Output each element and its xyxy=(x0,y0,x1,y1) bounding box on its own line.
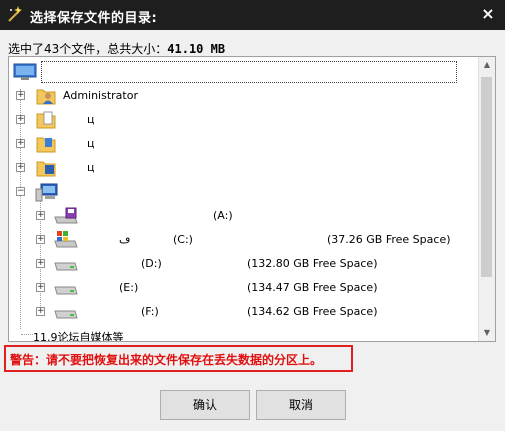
drive-name: (E:) xyxy=(119,281,139,294)
tree-item-label: 11.9论坛自媒体等 xyxy=(33,331,124,342)
expand-toggle[interactable]: + xyxy=(16,139,25,148)
wizard-app-icon xyxy=(8,6,22,22)
drive-a[interactable]: + (A:) xyxy=(9,205,469,227)
tree-item-games[interactable]: + ц xyxy=(9,157,469,179)
computer-icon xyxy=(35,183,58,202)
selection-summary: 选中了43个文件，总共大小：41.10 MB xyxy=(8,40,225,57)
warning-text: 警告：请不要把恢复出来的文件保存在丢失数据的分区上。 xyxy=(10,353,323,367)
expand-toggle[interactable]: + xyxy=(36,259,45,268)
drive-d[interactable]: + (D:) (132.80 GB Free Space) xyxy=(9,253,469,275)
selection-summary-text: 选中了43个文件，总共大小： xyxy=(8,42,168,56)
tree-item-music[interactable]: + ц xyxy=(9,133,469,155)
drive-name: (C:) xyxy=(173,233,193,246)
drive-name: (D:) xyxy=(141,257,162,270)
tree-item-administrator[interactable]: + Administrator xyxy=(9,85,469,107)
tree-item-label: Administrator xyxy=(63,89,138,102)
collapse-toggle[interactable]: − xyxy=(16,187,25,196)
expand-toggle[interactable]: + xyxy=(16,115,25,124)
selection-size: 41.10 MB xyxy=(167,42,226,56)
expand-toggle[interactable]: + xyxy=(16,91,25,100)
confirm-button[interactable]: 确认 xyxy=(160,390,250,420)
floppy-drive-icon xyxy=(54,207,78,224)
tree-item-label: ц xyxy=(87,113,95,126)
scroll-down-arrow-icon[interactable]: ▼ xyxy=(479,325,495,341)
expand-toggle[interactable]: + xyxy=(36,211,45,220)
folder-tree[interactable]: + Administrator + ц + ц + ц − + (A:) + ڡ… xyxy=(8,56,496,342)
tree-item-computer[interactable]: − xyxy=(9,181,469,203)
user-folder-icon xyxy=(36,89,56,105)
dialog-title: 选择保存文件的目录: xyxy=(30,11,158,26)
tree-root-desktop[interactable] xyxy=(11,61,461,83)
scrollbar-thumb[interactable] xyxy=(481,77,492,277)
close-button[interactable]: × xyxy=(479,5,497,23)
hard-drive-icon xyxy=(54,310,78,319)
drive-name: (A:) xyxy=(213,209,233,222)
tree-item-last[interactable]: 11.9论坛自媒体等 xyxy=(9,325,469,342)
music-folder-icon xyxy=(36,137,56,153)
expand-toggle[interactable]: + xyxy=(36,235,45,244)
expand-toggle[interactable]: + xyxy=(36,283,45,292)
drive-free-space: (37.26 GB Free Space) xyxy=(327,233,451,246)
drive-e[interactable]: + (E:) (134.47 GB Free Space) xyxy=(9,277,469,299)
warning-box: 警告：请不要把恢复出来的文件保存在丢失数据的分区上。 xyxy=(4,345,353,372)
drive-f[interactable]: + (F:) (134.62 GB Free Space) xyxy=(9,301,469,323)
hard-drive-icon xyxy=(54,262,78,271)
tree-item-documents[interactable]: + ц xyxy=(9,109,469,131)
drive-free-space: (134.47 GB Free Space) xyxy=(247,281,378,294)
scroll-up-arrow-icon[interactable]: ▲ xyxy=(479,57,495,73)
system-drive-icon xyxy=(54,231,78,248)
desktop-icon xyxy=(13,63,37,80)
expand-toggle[interactable]: + xyxy=(36,307,45,316)
cancel-button[interactable]: 取消 xyxy=(256,390,346,420)
drive-label: ڡ xyxy=(119,233,131,246)
vertical-scrollbar[interactable]: ▲ ▼ xyxy=(478,57,495,341)
drive-c[interactable]: + ڡ (C:) (37.26 GB Free Space) xyxy=(9,229,469,251)
documents-folder-icon xyxy=(36,111,56,129)
drive-free-space: (132.80 GB Free Space) xyxy=(247,257,378,270)
tree-item-label: ц xyxy=(87,137,95,150)
drive-name: (F:) xyxy=(141,305,159,318)
games-folder-icon xyxy=(36,161,56,177)
expand-toggle[interactable]: + xyxy=(16,163,25,172)
tree-root-selection xyxy=(41,61,457,83)
title-bar: 选择保存文件的目录: × xyxy=(0,0,505,30)
hard-drive-icon xyxy=(54,286,78,295)
drive-free-space: (134.62 GB Free Space) xyxy=(247,305,378,318)
tree-item-label: ц xyxy=(87,161,95,174)
